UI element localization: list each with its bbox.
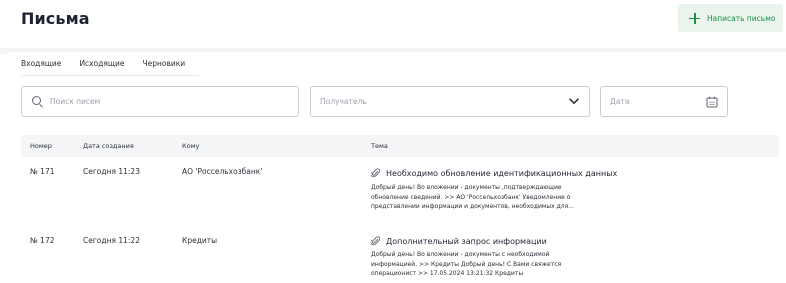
row-subject: Дополнительный запрос информации: [371, 236, 547, 246]
column-number[interactable]: Номер: [30, 142, 52, 150]
row-number: № 171: [30, 167, 55, 176]
row-subject-title: Необходимо обновление идентификационных …: [386, 168, 618, 178]
write-letter-button[interactable]: Написать письмо: [678, 4, 783, 32]
recipient-select[interactable]: Получатель: [310, 86, 590, 117]
date-placeholder: Дата: [610, 97, 630, 106]
paperclip-icon: [371, 236, 380, 246]
tab-outgoing[interactable]: Исходящие: [79, 58, 124, 76]
table-header: Номер Дата создания Кому Тема: [21, 135, 779, 157]
row-created: Сегодня 11:22: [83, 236, 140, 245]
search-icon: [32, 95, 44, 108]
plus-icon: [689, 12, 700, 24]
preview-line: информацией. >> Кредиты Добрый день! С В…: [371, 260, 562, 268]
row-recipient: Кредиты: [182, 236, 218, 245]
column-subject[interactable]: Тема: [371, 142, 388, 150]
calendar-icon[interactable]: [706, 96, 718, 108]
search-input[interactable]: Поиск писем: [21, 86, 299, 117]
row-created: Сегодня 11:23: [83, 167, 140, 176]
write-letter-label: Написать письмо: [707, 13, 776, 23]
row-preview: Добрый день! Во вложении - документы ,по…: [371, 183, 586, 212]
tab-inbox[interactable]: Входящие: [21, 58, 61, 76]
date-input[interactable]: Дата: [600, 86, 728, 117]
preview-line: Добрый день! Во вложении - документы ,по…: [371, 184, 562, 191]
column-created[interactable]: Дата создания: [83, 142, 134, 150]
page-header: [0, 0, 786, 48]
search-placeholder: Поиск писем: [50, 97, 101, 106]
table-row[interactable]: № 172 Сегодня 11:22 Кредиты Дополнительн…: [21, 228, 779, 283]
table-row[interactable]: № 171 Сегодня 11:23 АО 'Россельхозбанк' …: [21, 160, 779, 222]
preview-line: операционист >> 17.05.2024 13:21:32 Кред…: [371, 270, 524, 277]
paperclip-icon: [371, 168, 380, 178]
row-subject-title: Дополнительный запрос информации: [386, 236, 547, 246]
row-subject: Необходимо обновление идентификационных …: [371, 168, 617, 178]
preview-line: представлении информации и документов, н…: [371, 203, 574, 210]
row-preview: Добрый день! Во вложении - документы с н…: [371, 250, 586, 279]
preview-line: обновление сведений. >> АО 'Россельхозба…: [371, 193, 571, 201]
mail-tabs: Входящие Исходящие Черновики: [21, 58, 207, 76]
chevron-down-icon: [569, 98, 579, 104]
row-number: № 172: [30, 236, 55, 245]
tab-drafts[interactable]: Черновики: [138, 58, 190, 76]
column-to[interactable]: Кому: [182, 142, 199, 150]
row-recipient: АО 'Россельхозбанк': [182, 167, 263, 176]
preview-line: Добрый день! Во вложении - документы с н…: [371, 251, 550, 258]
tabs-underline: [21, 75, 199, 76]
page-title: Письма: [21, 9, 90, 28]
recipient-placeholder: Получатель: [320, 97, 367, 106]
